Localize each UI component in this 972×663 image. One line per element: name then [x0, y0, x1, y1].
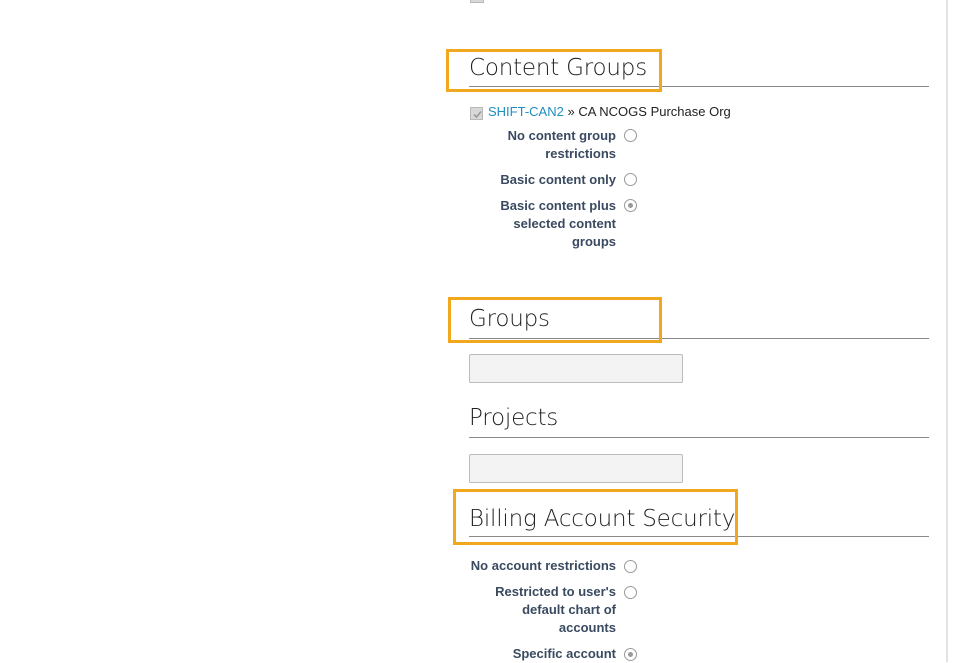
content-groups-highlight: [446, 49, 662, 92]
content-group-link[interactable]: SHIFT-CAN2: [488, 104, 564, 119]
purchase-org-name: CA NCOGS Purchase Org: [578, 104, 731, 119]
projects-rule: [469, 437, 929, 438]
option-no-account-restrictions: No account restrictions: [470, 558, 616, 573]
radio-no-account-restrictions[interactable]: [624, 560, 637, 573]
radio-basic-content-only[interactable]: [624, 173, 637, 186]
groups-input[interactable]: [469, 354, 683, 383]
radio-specific-account[interactable]: [624, 648, 637, 661]
billing-highlight: [453, 489, 738, 545]
content-group-checkbox[interactable]: [470, 107, 483, 120]
radio-basic-content-plus-groups[interactable]: [624, 199, 637, 212]
cropped-top-row: [470, 0, 790, 3]
option-specific-account: Specific account: [512, 646, 616, 661]
option-no-content-group-restrictions: No content group restrictions: [507, 128, 616, 161]
groups-highlight: [448, 297, 662, 343]
path-separator: »: [567, 104, 575, 119]
option-basic-content-only: Basic content only: [500, 172, 616, 187]
option-restricted-default-chart: Restricted to user's default chart of ac…: [495, 584, 616, 635]
content-group-path: SHIFT-CAN2 » CA NCOGS Purchase Org: [488, 104, 731, 120]
radio-restricted-default-chart[interactable]: [624, 586, 637, 599]
projects-heading: Projects: [469, 405, 559, 431]
option-basic-content-plus-groups: Basic content plus selected content grou…: [500, 198, 616, 249]
page-right-border: [946, 0, 948, 662]
projects-input[interactable]: [469, 454, 683, 483]
radio-no-content-group-restrictions[interactable]: [624, 129, 637, 142]
